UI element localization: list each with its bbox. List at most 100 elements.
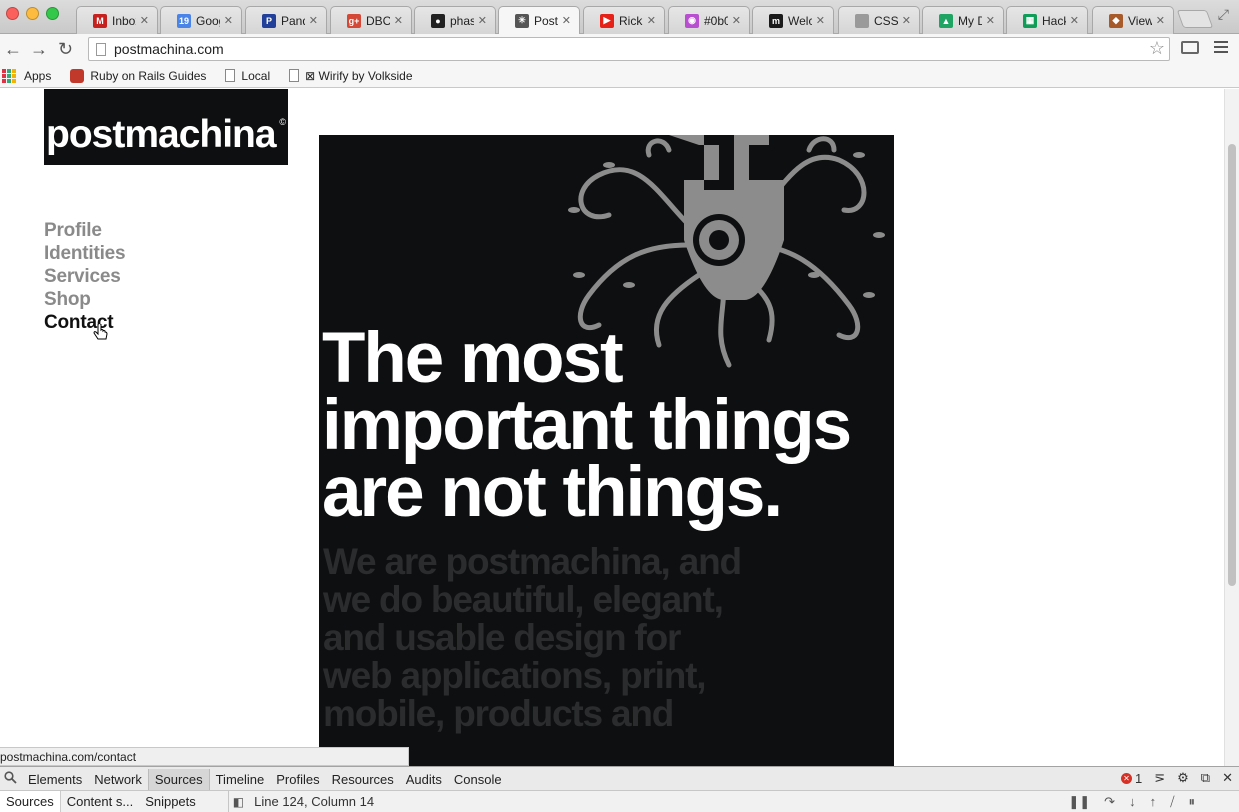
forward-arrow-icon[interactable]: → xyxy=(30,39,48,59)
postmachina-icon: ✳ xyxy=(515,13,529,28)
nav-profile[interactable]: Profile xyxy=(44,219,125,242)
step-into-icon[interactable]: ↓ xyxy=(1129,794,1136,810)
browser-tab[interactable]: 19 Googl ✕ xyxy=(160,6,242,34)
deactivate-breakpoints-icon[interactable]: ⧸ xyxy=(1170,794,1174,810)
tab-close-icon[interactable]: ✕ xyxy=(224,14,233,27)
nav-shop[interactable]: Shop xyxy=(44,288,125,311)
devtools-tab-audits[interactable]: Audits xyxy=(400,769,448,790)
tab-close-icon[interactable]: ✕ xyxy=(1070,14,1079,27)
pause-on-exceptions-icon[interactable]: ⏸ xyxy=(1189,794,1196,810)
bookmark-wirify[interactable]: ⊠ Wirify by Volkside xyxy=(289,69,413,83)
browser-tab[interactable]: ◉ #0b0f ✕ xyxy=(668,6,750,34)
devtools-tab-console[interactable]: Console xyxy=(448,769,508,790)
tab-strip: M Inbox ✕ 19 Googl ✕ P Pando ✕ g+ DBC Ju ✕ ● phase ✕ ✳ P… xyxy=(0,0,1239,34)
browser-tab[interactable]: m Welco ✕ xyxy=(752,6,834,34)
bookmark-star-icon[interactable]: ☆ xyxy=(1149,38,1165,59)
search-icon[interactable] xyxy=(4,771,17,784)
tab-label: CSS ho xyxy=(874,13,898,28)
toggle-navigator-icon[interactable]: ◧ xyxy=(233,795,244,809)
apps-grid-icon xyxy=(2,68,16,83)
tab-label: Welco xyxy=(788,13,812,28)
dock-icon[interactable]: ⧉ xyxy=(1201,770,1210,786)
tab-label: Hacka xyxy=(1042,13,1066,28)
sources-subbar: Sources Content s... Snippets ◧ Line 124… xyxy=(0,791,1239,812)
zoom-window-button[interactable] xyxy=(46,7,59,20)
tab-close-icon[interactable]: ✕ xyxy=(986,14,995,27)
tab-label: Postm xyxy=(534,13,558,28)
tab-close-icon[interactable]: ✕ xyxy=(902,14,911,27)
bookmark-local[interactable]: Local xyxy=(225,69,270,83)
browser-tab[interactable]: ▶ Rick R ✕ xyxy=(583,6,665,34)
browser-tab[interactable]: ● phase ✕ xyxy=(414,6,496,34)
bookmarks-bar: Apps Ruby on Rails Guides Local ⊠ Wirify… xyxy=(0,64,1239,88)
fullscreen-icon[interactable]: ⤢ xyxy=(1218,6,1229,23)
devtools-tab-profiles[interactable]: Profiles xyxy=(270,769,325,790)
tab-close-icon[interactable]: ✕ xyxy=(816,14,825,27)
meetup-icon: m xyxy=(769,13,783,28)
devtools-tab-network[interactable]: Network xyxy=(88,769,148,790)
close-icon[interactable]: ✕ xyxy=(1222,770,1233,786)
document-icon xyxy=(289,69,300,82)
devtools-tab-sources[interactable]: Sources xyxy=(147,768,210,790)
devtools-toolbar: Elements Network Sources Timeline Profil… xyxy=(0,766,1239,791)
bookmark-apps[interactable]: Apps xyxy=(2,68,51,83)
browser-tab[interactable]: P Pando ✕ xyxy=(245,6,327,34)
tab-label: Inbox xyxy=(112,13,136,28)
site-logo[interactable]: postmachina © xyxy=(44,89,288,165)
pandora-icon: P xyxy=(262,13,276,28)
tab-label: #0b0f xyxy=(704,13,728,28)
devtools-tab-elements[interactable]: Elements xyxy=(22,769,88,790)
tab-close-icon[interactable]: ✕ xyxy=(647,14,656,27)
devtools-tabs: Elements Network Sources Timeline Profil… xyxy=(22,767,508,791)
address-bar[interactable]: postmachina.com ☆ xyxy=(88,37,1170,61)
tab-close-icon[interactable]: ✕ xyxy=(562,14,571,27)
youtube-icon: ▶ xyxy=(600,13,614,28)
new-tab-button[interactable] xyxy=(1176,10,1214,28)
close-window-button[interactable] xyxy=(6,7,19,20)
tab-label: View i xyxy=(1128,13,1152,28)
browser-tab[interactable]: ◆ View i ✕ xyxy=(1092,6,1174,34)
sources-subtab-content-scripts[interactable]: Content s... xyxy=(61,791,139,812)
tab-close-icon[interactable]: ✕ xyxy=(309,14,318,27)
tab-close-icon[interactable]: ✕ xyxy=(478,14,487,27)
console-drawer-icon[interactable]: ⋝ xyxy=(1154,770,1165,786)
browser-tab[interactable]: M Inbox ✕ xyxy=(76,6,158,34)
document-icon xyxy=(225,69,236,82)
minimize-window-button[interactable] xyxy=(26,7,39,20)
nav-contact[interactable]: Contact xyxy=(44,311,125,334)
browser-tab[interactable]: ▦ Hacka ✕ xyxy=(1006,6,1088,34)
sources-subtab-sources[interactable]: Sources xyxy=(0,791,61,812)
error-count-badge[interactable]: ✕ 1 xyxy=(1121,771,1142,786)
reload-icon[interactable]: ↻ xyxy=(58,39,73,59)
scrollbar-thumb[interactable] xyxy=(1228,144,1236,586)
devtools-tab-timeline[interactable]: Timeline xyxy=(210,769,271,790)
menu-icon[interactable] xyxy=(1214,41,1228,56)
browser-tab[interactable]: g+ DBC Ju ✕ xyxy=(330,6,412,34)
back-arrow-icon[interactable]: ← xyxy=(4,39,22,59)
bookmark-rails-guides[interactable]: Ruby on Rails Guides xyxy=(70,68,206,83)
page-icon xyxy=(96,43,106,56)
gear-icon[interactable]: ⚙ xyxy=(1177,770,1189,786)
nav-services[interactable]: Services xyxy=(44,265,125,288)
url-text[interactable]: postmachina.com xyxy=(114,41,224,57)
tab-close-icon[interactable]: ✕ xyxy=(394,14,403,27)
tab-close-icon[interactable]: ✕ xyxy=(140,14,149,27)
sources-subtab-snippets[interactable]: Snippets xyxy=(139,791,202,812)
step-over-icon[interactable]: ↷ xyxy=(1104,794,1115,810)
nav-identities[interactable]: Identities xyxy=(44,242,126,265)
tab-close-icon[interactable]: ✕ xyxy=(732,14,741,27)
logo-registered-mark: © xyxy=(279,117,286,127)
error-count: 1 xyxy=(1135,770,1143,786)
tab-close-icon[interactable]: ✕ xyxy=(1156,14,1165,27)
devtools-tab-resources[interactable]: Resources xyxy=(326,769,400,790)
cast-icon[interactable] xyxy=(1181,41,1199,54)
google-plus-icon: g+ xyxy=(347,13,361,28)
browser-tab[interactable]: ▲ My Dri ✕ xyxy=(922,6,1004,34)
bookmark-label: Local xyxy=(241,68,271,83)
tab-label: Googl xyxy=(196,13,220,28)
page-scrollbar[interactable] xyxy=(1224,89,1239,766)
browser-tab[interactable]: CSS ho ✕ xyxy=(838,6,920,34)
pause-icon[interactable]: ❚❚ xyxy=(1068,794,1090,810)
browser-tab[interactable]: ✳ Postm ✕ xyxy=(498,6,580,34)
step-out-icon[interactable]: ↑ xyxy=(1150,794,1157,810)
